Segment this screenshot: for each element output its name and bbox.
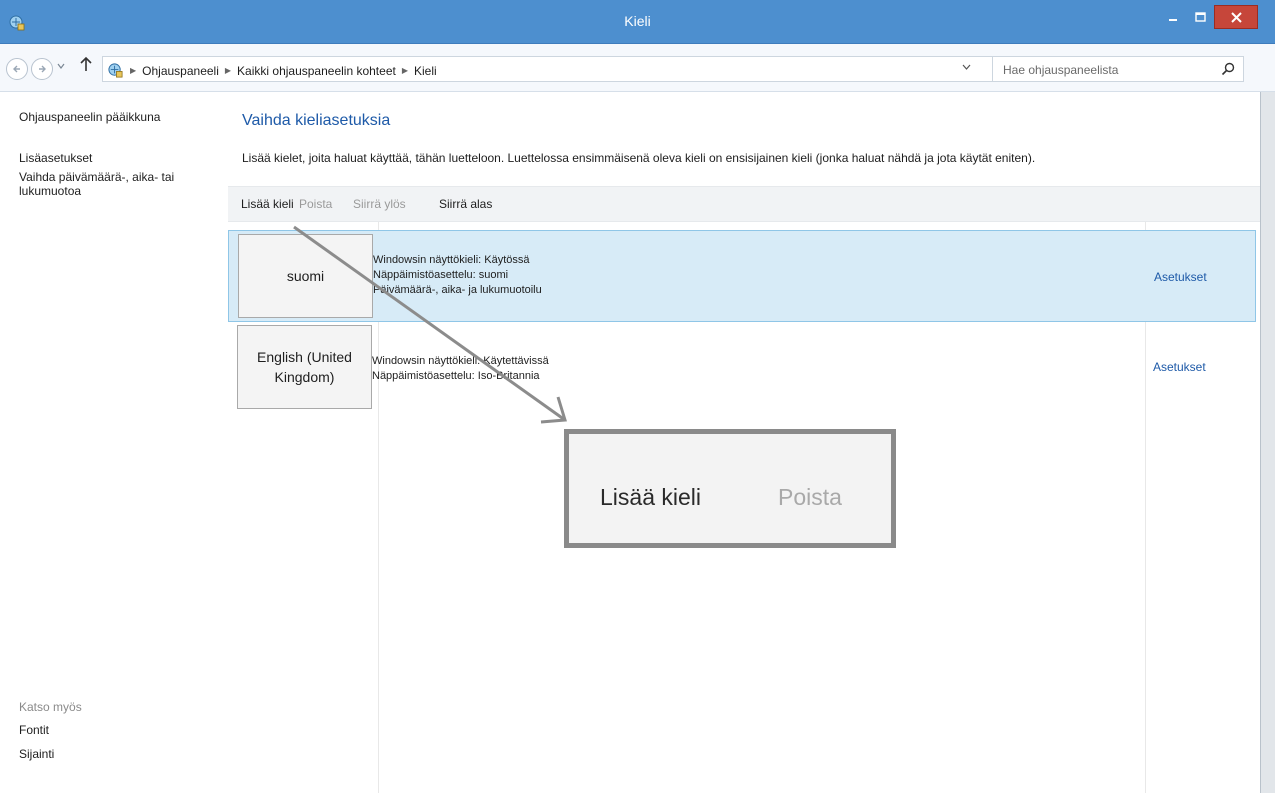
close-icon [1230,11,1242,23]
callout-add-language: Lisää kieli [600,484,701,510]
language-info-line: Windowsin näyttökieli: Käytössä [373,254,530,266]
back-button[interactable] [6,58,28,80]
search-box[interactable] [992,56,1244,82]
language-tile[interactable]: suomi [238,234,373,318]
control-panel-icon [108,63,123,78]
language-settings-link[interactable]: Asetukset [1153,360,1206,374]
chevron-right-icon: ▶ [130,66,137,75]
language-info-line: Näppäimistöasettelu: suomi [373,269,509,281]
chevron-down-icon [962,64,971,70]
language-toolbar: Lisää kieli Poista Siirrä ylös Siirrä al… [228,186,1260,222]
move-up-button[interactable]: Siirrä ylös [353,197,406,211]
language-tile[interactable]: English (United Kingdom) [237,325,372,409]
page-description: Lisää kielet, joita haluat käyttää, tähä… [242,151,1036,165]
up-arrow-icon [80,56,92,71]
remove-language-button[interactable]: Poista [299,197,332,211]
chevron-down-icon [57,63,65,69]
sidebar-link-location[interactable]: Sijainti [19,747,54,761]
up-button[interactable] [80,56,92,77]
add-language-button[interactable]: Lisää kieli [241,197,294,211]
forward-button[interactable] [31,58,53,80]
recent-locations-dropdown[interactable] [57,61,65,71]
search-input[interactable] [1003,61,1203,79]
chevron-right-icon: ▶ [401,66,408,75]
minimize-icon [1169,19,1177,21]
sidebar-link-fonts[interactable]: Fontit [19,723,49,737]
language-info-line: Näppäimistöasettelu: Iso-Britannia [372,370,540,382]
language-settings-link[interactable]: Asetukset [1154,270,1207,284]
title-bar: Kieli [0,0,1275,44]
window-title: Kieli [624,13,651,29]
zoom-callout: Lisää kieli Poista [564,429,896,548]
language-info: Windowsin näyttökieli: Käytössä Näppäimi… [373,253,542,298]
sidebar-link-date-format[interactable]: Vaihda päivämäärä-, aika- tai lukumuotoa [19,170,207,198]
maximize-button[interactable] [1187,5,1213,29]
address-dropdown-button[interactable] [962,62,971,73]
minimize-button[interactable] [1160,5,1186,29]
search-icon[interactable] [1221,62,1235,76]
breadcrumb-language[interactable]: Kieli [414,64,437,78]
close-button[interactable] [1214,5,1258,29]
language-info-line: Windowsin näyttökieli: Käytettävissä [372,355,549,367]
see-also-heading: Katso myös [19,700,82,714]
callout-remove: Poista [778,484,842,510]
window-edge [1260,92,1275,793]
breadcrumb-all-items[interactable]: Kaikki ohjauspaneelin kohteet [237,64,396,78]
language-row-finnish[interactable]: suomi Windowsin näyttökieli: Käytössä Nä… [228,230,1256,322]
sidebar-link-home[interactable]: Ohjauspaneelin pääikkuna [19,110,160,124]
sidebar-link-advanced[interactable]: Lisäasetukset [19,151,92,165]
page-title: Vaihda kieliasetuksia [242,112,391,129]
breadcrumb[interactable]: ▶ Ohjauspaneeli ▶ Kaikki ohjauspaneelin … [102,56,1000,82]
address-bar: ▶ Ohjauspaneeli ▶ Kaikki ohjauspaneelin … [0,44,1275,92]
chevron-right-icon: ▶ [224,66,232,75]
sidebar: Ohjauspaneelin pääikkuna Lisäasetukset V… [0,92,228,793]
forward-arrow-icon [39,65,46,73]
maximize-icon [1194,12,1206,22]
back-arrow-icon [13,65,20,73]
breadcrumb-control-panel[interactable]: Ohjauspaneeli [142,64,219,78]
move-down-button[interactable]: Siirrä alas [439,197,492,211]
language-info-line: Päivämäärä-, aika- ja lukumuotoilu [373,284,542,296]
language-row-english[interactable]: English (United Kingdom) Windowsin näytt… [228,322,1256,414]
language-info: Windowsin näyttökieli: Käytettävissä Näp… [372,354,549,384]
